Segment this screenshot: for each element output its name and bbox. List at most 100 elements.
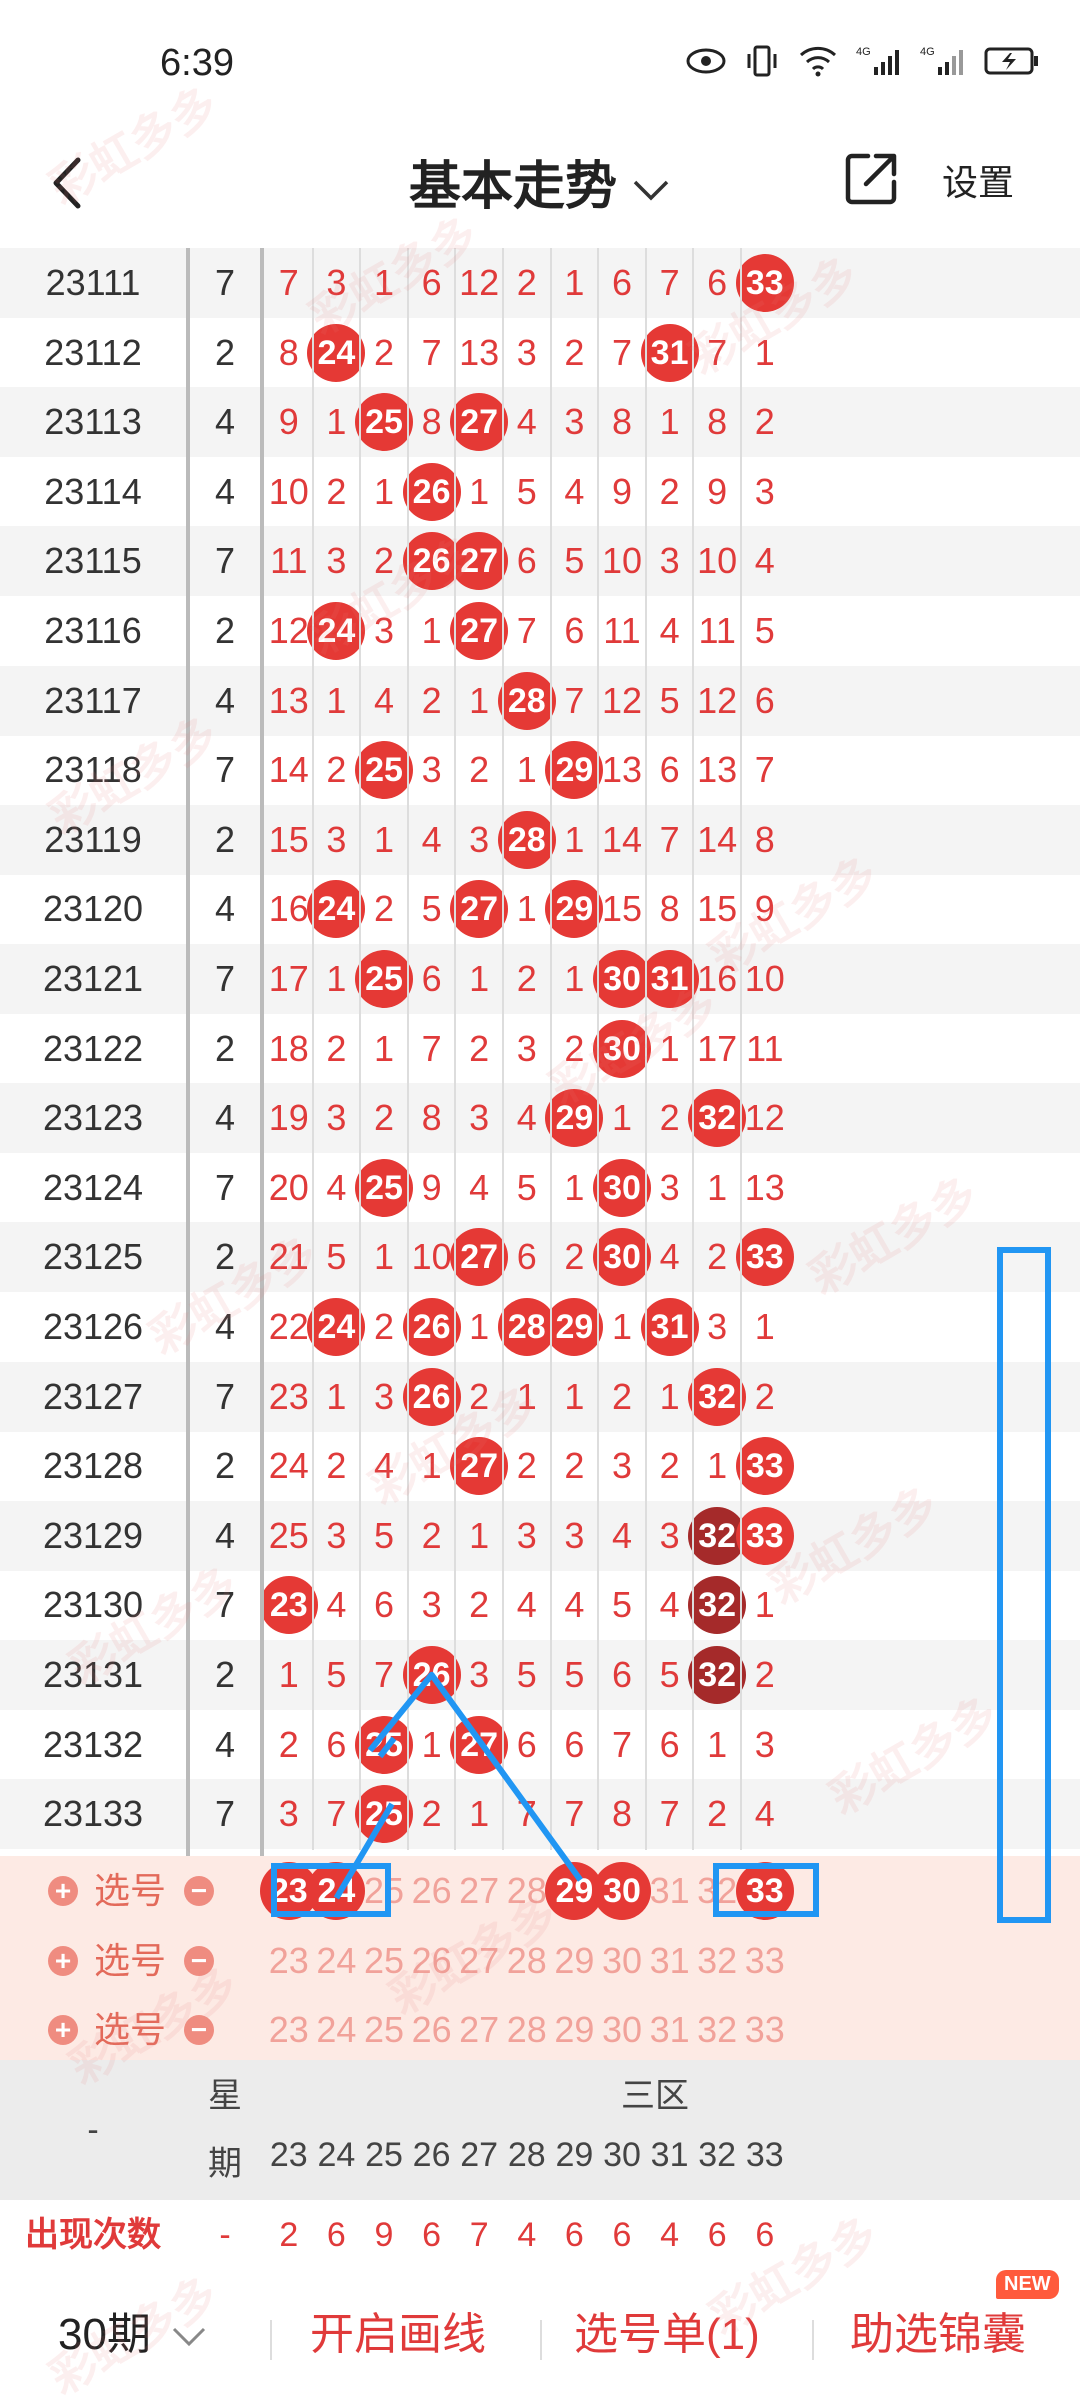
pick-number[interactable]: 23	[265, 1995, 313, 2065]
omission-value: 2	[611, 1375, 632, 1417]
drawn-ball: 31	[640, 1298, 699, 1356]
pick-number[interactable]: 32	[693, 1995, 741, 2065]
pick-number[interactable]: 25	[360, 1995, 408, 2065]
table-row: 23118 7 14 2 25 3 2 1 29 13 6 13 7	[0, 735, 1080, 805]
omission-value: 4	[516, 1584, 537, 1626]
omission-value: 4	[659, 1584, 680, 1626]
drawn-ball: 32	[688, 1089, 747, 1148]
omission-value: 2	[421, 1793, 442, 1835]
plus-icon[interactable]: +	[48, 1876, 78, 1906]
table-row: 23124 7 20 4 25 9 4 5 1 30 3 1 13	[0, 1153, 1080, 1223]
omission-value: 3	[326, 1514, 347, 1556]
period-selector[interactable]: 30期	[58, 2298, 207, 2362]
omission-value: 10	[411, 1236, 452, 1278]
pick-number[interactable]: 28	[503, 1926, 551, 1996]
omission-value: 7	[564, 1793, 585, 1835]
pick-number[interactable]: 24	[313, 1926, 361, 1996]
count-value: 6	[612, 2216, 632, 2254]
minus-icon[interactable]: −	[184, 1876, 214, 1906]
omission-value: 6	[707, 262, 728, 303]
omission-value: 3	[564, 401, 585, 443]
minus-icon[interactable]: −	[184, 1945, 214, 1976]
omission-value: 4	[564, 470, 585, 512]
table-row: 23126 4 22 24 2 26 1 28 29 1 31 3 1	[0, 1292, 1080, 1362]
omission-value: 1	[754, 1584, 775, 1626]
omission-value: 1	[754, 331, 775, 373]
share-icon[interactable]	[840, 148, 902, 210]
omission-value: 7	[611, 1723, 632, 1765]
omission-value: 1	[326, 401, 347, 443]
pick-number[interactable]: 31	[646, 1926, 694, 1996]
omission-value: 7	[659, 818, 680, 860]
pick-number[interactable]: 33	[741, 1995, 789, 2065]
pick-number[interactable]: 32	[693, 1926, 741, 1996]
pick-label[interactable]: 选号	[94, 1926, 166, 1996]
omission-value: 12	[459, 262, 500, 303]
pick-number[interactable]: 27	[455, 1856, 503, 1926]
pick-number[interactable]: 31	[646, 1995, 694, 2065]
selected-pick-ball[interactable]: 33	[735, 1862, 794, 1920]
pick-number[interactable]: 25	[360, 1926, 408, 1996]
plus-icon[interactable]: +	[48, 1945, 78, 1976]
pick-label[interactable]: 选号	[94, 1995, 166, 2065]
pick-number[interactable]: 26	[408, 1926, 456, 1996]
pick-row: + 选号 − 23 24 25 26 27 28 29 30 31 32 33	[0, 1995, 1080, 2066]
pick-number[interactable]: 28	[503, 1995, 551, 2065]
page-title[interactable]: 基本走势	[0, 144, 1080, 219]
pick-number[interactable]: 29	[551, 1926, 599, 1996]
omission-value: 4	[516, 1097, 537, 1139]
weekday-value: 2	[214, 1654, 236, 1695]
plus-icon[interactable]: +	[48, 2015, 78, 2046]
pick-number[interactable]: 24	[313, 1995, 361, 2065]
draw-line-button[interactable]: 开启画线	[310, 2298, 486, 2362]
pick-number[interactable]: 26	[408, 1995, 456, 2065]
pick-number[interactable]: 27	[455, 1995, 503, 2065]
omission-value: 2	[326, 1445, 347, 1487]
week-label-1: 星	[208, 2077, 242, 2115]
omission-value: 2	[754, 1375, 775, 1417]
drawn-ball: 27	[450, 393, 509, 452]
drawn-ball: 25	[355, 741, 413, 800]
minus-icon[interactable]: −	[184, 2015, 214, 2046]
pick-number[interactable]: 26	[408, 1856, 456, 1926]
week-label-2: 期	[208, 2145, 242, 2183]
settings-button[interactable]: 设置	[942, 154, 1014, 206]
pick-number[interactable]: 25	[360, 1856, 408, 1926]
omission-value: 17	[697, 1027, 738, 1069]
omission-value: 13	[268, 679, 309, 721]
omission-value: 7	[516, 610, 537, 651]
omission-value: 9	[611, 470, 632, 512]
pick-number[interactable]: 29	[551, 1995, 599, 2065]
omission-value: 22	[268, 1306, 309, 1347]
omission-value: 2	[421, 679, 442, 721]
omission-value: 10	[744, 958, 785, 999]
count-value: 9	[374, 2216, 394, 2254]
omission-value: 1	[707, 1166, 728, 1208]
pick-number[interactable]: 30	[598, 1995, 646, 2065]
column-divider	[454, 248, 457, 1850]
omission-value: 2	[754, 1654, 775, 1695]
omission-value: 12	[697, 679, 738, 721]
pick-list-button[interactable]: 选号单(1)	[574, 2298, 760, 2362]
drawn-ball: 33	[735, 1437, 794, 1496]
table-row: 23120 4 16 24 2 5 27 1 29 15 8 15 9	[0, 874, 1080, 944]
omission-value: 13	[459, 331, 500, 373]
pick-number[interactable]: 30	[598, 1926, 646, 1996]
pick-number[interactable]: 23	[265, 1926, 313, 1996]
pick-number[interactable]: 31	[646, 1856, 694, 1926]
pick-label[interactable]: 选号	[94, 1856, 166, 1926]
footer-dash: -	[87, 2111, 99, 2149]
selected-pick-ball[interactable]: 30	[593, 1862, 651, 1920]
assist-button[interactable]: 助选锦囊	[850, 2298, 1026, 2362]
weekday-value: 7	[214, 958, 236, 999]
signal-4g-icon-2: 4G	[920, 46, 963, 75]
omission-value: 12	[744, 1097, 785, 1139]
pick-number[interactable]: 33	[741, 1926, 789, 1996]
pick-number[interactable]: 28	[503, 1856, 551, 1926]
column-number: 30	[603, 2136, 641, 2174]
selected-pick-ball[interactable]: 24	[307, 1862, 366, 1920]
pick-number[interactable]: 27	[455, 1926, 503, 1996]
pick-number[interactable]: 32	[693, 1856, 741, 1926]
divider	[270, 2320, 272, 2360]
table-row: 23114 4 10 2 1 26 1 5 4 9 2 9 3	[0, 457, 1080, 527]
